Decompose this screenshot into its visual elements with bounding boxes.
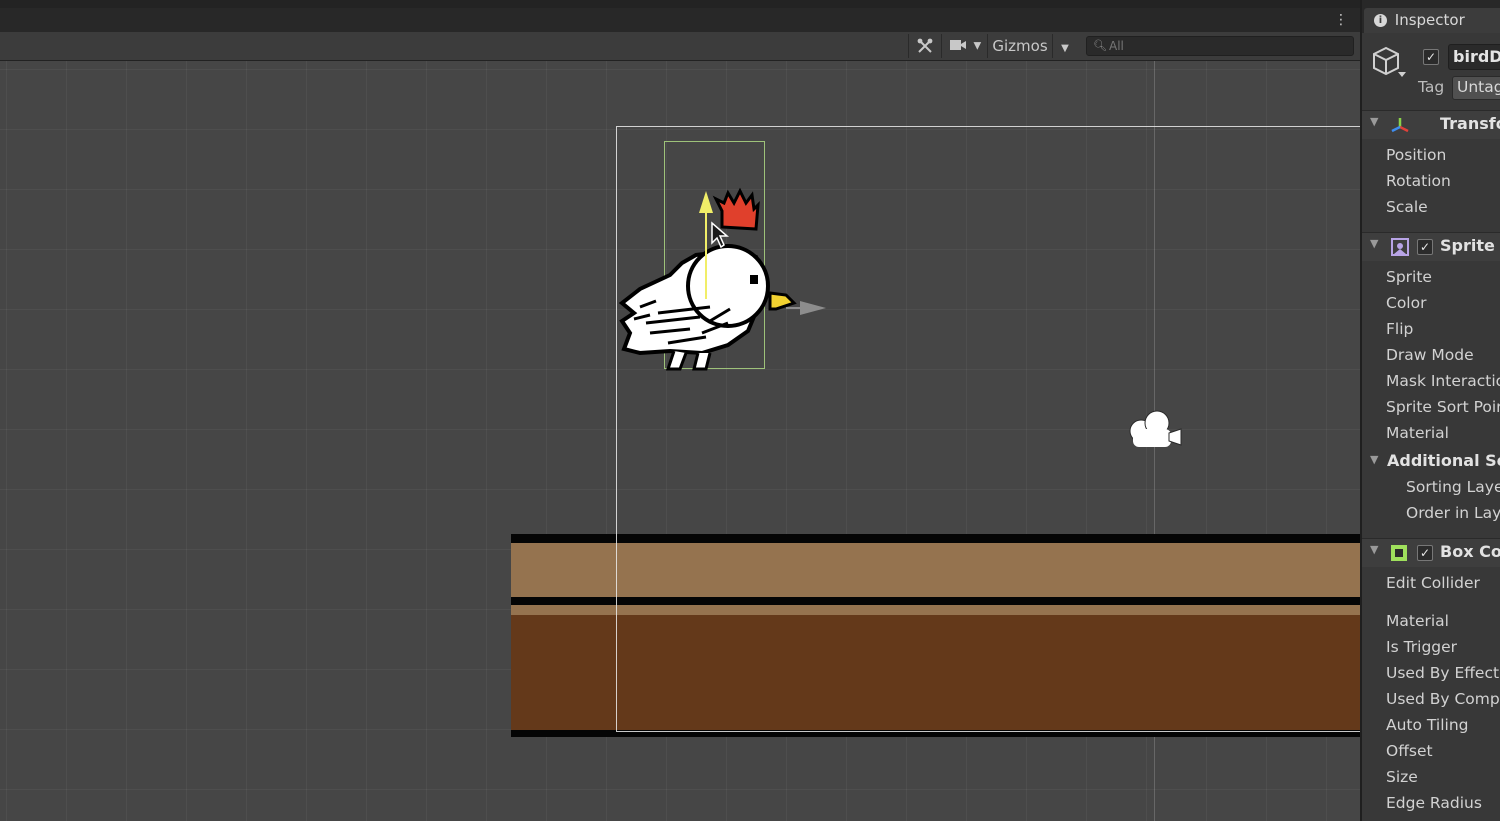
sprite-renderer-enabled-checkbox[interactable]: ✓ <box>1417 239 1433 255</box>
edit-collider-button[interactable]: Edit Collider <box>1386 574 1480 592</box>
used-by-composite-label: Used By Comp <box>1386 690 1500 708</box>
more-options-icon[interactable]: ⋮ <box>1334 10 1348 30</box>
inspector-tab[interactable]: i Inspector <box>1364 8 1500 33</box>
tag-label: Tag <box>1418 78 1445 96</box>
object-name-field[interactable]: birdD <box>1448 44 1500 70</box>
toolbar-separator <box>941 34 942 58</box>
search-input[interactable] <box>1109 38 1339 54</box>
foldout-arrow-icon[interactable]: ▼ <box>1370 237 1378 250</box>
transform-icon <box>1391 118 1409 133</box>
used-by-effector-label: Used By Effect <box>1386 664 1500 682</box>
color-label: Color <box>1386 294 1427 312</box>
scene-view[interactable] <box>0 61 1360 821</box>
foldout-arrow-icon[interactable]: ▼ <box>1370 115 1378 128</box>
sprite-sort-point-label: Sprite Sort Poir <box>1386 398 1500 416</box>
chevron-down-icon: ▼ <box>1061 43 1069 54</box>
transform-header[interactable]: ▼ Transfo <box>1362 110 1500 139</box>
rotation-label: Rotation <box>1386 172 1451 190</box>
scale-label: Scale <box>1386 198 1428 216</box>
size-label: Size <box>1386 768 1418 786</box>
offset-label: Offset <box>1386 742 1433 760</box>
camera-icon <box>949 34 969 60</box>
editor-top-bar <box>0 0 1360 8</box>
additional-settings-title: Additional Set <box>1387 451 1500 470</box>
foldout-arrow-icon[interactable]: ▼ <box>1370 453 1378 466</box>
active-checkbox[interactable]: ✓ <box>1423 49 1439 65</box>
additional-settings-foldout[interactable]: ▼ Additional Set <box>1362 450 1500 474</box>
inspector-tab-label: Inspector <box>1394 11 1465 29</box>
toolbar-separator <box>1052 34 1053 58</box>
sprite-renderer-title: Sprite R <box>1440 236 1500 255</box>
chevron-down-icon: ▼ <box>973 40 982 52</box>
draw-mode-label: Draw Mode <box>1386 346 1474 364</box>
transform-title: Transfo <box>1440 114 1500 133</box>
info-icon: i <box>1374 14 1387 27</box>
flip-label: Flip <box>1386 320 1414 338</box>
auto-tiling-label: Auto Tiling <box>1386 716 1469 734</box>
toolbar-separator <box>908 34 909 58</box>
gizmos-button[interactable]: Gizmos <box>989 33 1051 59</box>
scene-tab-strip <box>0 8 1360 32</box>
collider-material-label: Material <box>1386 612 1449 630</box>
order-in-layer-label: Order in Lay <box>1406 504 1500 522</box>
gameobject-cube-icon[interactable] <box>1370 44 1406 80</box>
tag-dropdown[interactable]: Untag <box>1452 76 1500 100</box>
material-label: Material <box>1386 424 1449 442</box>
search-icon: 🔍︎ <box>1093 39 1107 52</box>
sprite-label: Sprite <box>1386 268 1432 286</box>
box-collider-icon <box>1391 545 1407 561</box>
object-name-text: birdD <box>1453 47 1500 66</box>
scene-search-box[interactable]: 🔍︎ <box>1086 36 1354 56</box>
box-collider-title: Box Col <box>1440 542 1500 561</box>
is-trigger-label: Is Trigger <box>1386 638 1458 656</box>
position-label: Position <box>1386 146 1447 164</box>
mask-interaction-label: Mask Interactio <box>1386 372 1500 390</box>
camera-dropdown-button[interactable]: ▼ <box>944 33 986 59</box>
gizmos-dropdown-button[interactable]: ▼ <box>1054 33 1076 59</box>
sprite-renderer-icon <box>1391 238 1409 256</box>
edge-radius-label: Edge Radius <box>1386 794 1482 812</box>
toolbar-separator <box>987 34 988 58</box>
box-collider-enabled-checkbox[interactable]: ✓ <box>1417 545 1433 561</box>
box-collider-header[interactable]: ▼ ✓ Box Col <box>1362 538 1500 567</box>
inspector-panel: i Inspector ✓ birdD Tag Untag ▼ Transfo … <box>1360 0 1500 821</box>
sprite-renderer-header[interactable]: ▼ ✓ Sprite R <box>1362 232 1500 261</box>
sorting-layer-label: Sorting Laye <box>1406 478 1500 496</box>
tag-value: Untag <box>1457 78 1500 96</box>
bird-sprite[interactable] <box>610 123 840 373</box>
camera-gizmo-icon[interactable] <box>1127 409 1183 451</box>
foldout-arrow-icon[interactable]: ▼ <box>1370 543 1378 556</box>
crossed-tools-icon[interactable] <box>910 33 940 59</box>
